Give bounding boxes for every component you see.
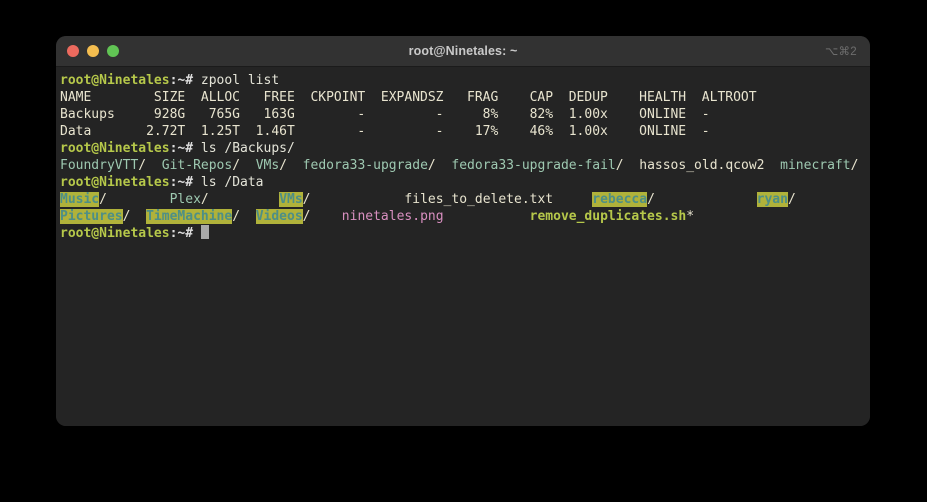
command-ls-backups: ls /Backups/ <box>201 141 295 156</box>
command-spacer <box>193 175 201 190</box>
command-spacer <box>193 226 201 241</box>
list-gap <box>240 158 256 173</box>
zoom-button-icon[interactable] <box>107 45 119 57</box>
title-bar[interactable]: root@Ninetales: ~ ⌥⌘2 <box>56 36 870 67</box>
list-gap <box>310 209 341 224</box>
command-zpool-list: zpool list <box>201 73 279 88</box>
prompt-path: :~# <box>170 73 193 88</box>
list-item-suffix: / <box>616 158 624 173</box>
list-item-suffix: / <box>232 209 240 224</box>
prompt-user-host: root@Ninetales <box>60 175 170 190</box>
list-item: VMs <box>279 192 302 207</box>
command-text <box>193 73 201 88</box>
list-gap <box>240 209 256 224</box>
list-item-suffix: / <box>428 158 436 173</box>
list-gap <box>655 192 757 207</box>
list-item: Git-Repos <box>162 158 232 173</box>
list-item-suffix: / <box>851 158 859 173</box>
terminal-output-area[interactable]: root@Ninetales:~# zpool list NAME SIZE A… <box>56 67 870 426</box>
list-item: TimeMachine <box>146 209 232 224</box>
list-item-suffix: / <box>279 158 287 173</box>
zpool-table-header: NAME SIZE ALLOC FREE CKPOINT EXPANDSZ FR… <box>60 89 870 106</box>
prompt-user-host: root@Ninetales <box>60 141 170 156</box>
list-gap <box>436 158 452 173</box>
list-gap <box>130 209 146 224</box>
terminal-window[interactable]: root@Ninetales: ~ ⌥⌘2 root@Ninetales:~# … <box>56 36 870 426</box>
prompt-path: :~# <box>170 175 193 190</box>
list-item-suffix: / <box>647 192 655 207</box>
data-directory-listing-row: Pictures/ TimeMachine/ Videos/ ninetales… <box>60 208 870 225</box>
command-spacer <box>193 141 201 156</box>
list-item: hassos_old.qcow2 <box>639 158 764 173</box>
list-gap <box>209 192 279 207</box>
list-item: remove_duplicates.sh <box>530 209 687 224</box>
list-item: Music <box>60 192 99 207</box>
list-item: VMs <box>256 158 279 173</box>
list-item-suffix: / <box>138 158 146 173</box>
list-item: Plex <box>170 192 201 207</box>
list-gap <box>553 192 592 207</box>
table-row: Data 2.72T 1.25T 1.46T - - 17% 46% 1.00x… <box>60 123 870 140</box>
list-item-suffix: * <box>686 209 694 224</box>
list-gap <box>311 192 405 207</box>
list-item: minecraft <box>780 158 850 173</box>
list-item: rebecca <box>592 192 647 207</box>
list-item-suffix: / <box>232 158 240 173</box>
list-item: ryan <box>757 192 788 207</box>
window-controls[interactable] <box>56 45 119 57</box>
list-item: fedora33-upgrade-fail <box>451 158 615 173</box>
command-line-active[interactable]: root@Ninetales:~# <box>60 225 870 242</box>
minimize-button-icon[interactable] <box>87 45 99 57</box>
text-cursor <box>201 225 209 239</box>
list-item: FoundryVTT <box>60 158 138 173</box>
list-item-suffix: / <box>303 192 311 207</box>
prompt-user-host: root@Ninetales <box>60 73 170 88</box>
list-item: files_to_delete.txt <box>404 192 553 207</box>
command-ls-data: ls /Data <box>201 175 264 190</box>
list-item: Videos <box>256 209 303 224</box>
list-gap <box>764 158 780 173</box>
command-line-ls-data: root@Ninetales:~# ls /Data <box>60 174 870 191</box>
window-shortcut-label: ⌥⌘2 <box>825 44 857 58</box>
list-gap <box>624 158 640 173</box>
command-line-zpool-list: root@Ninetales:~# zpool list <box>60 72 870 89</box>
command-line-ls-backups: root@Ninetales:~# ls /Backups/ <box>60 140 870 157</box>
prompt-path: :~# <box>170 226 193 241</box>
list-item: ninetales.png <box>342 209 444 224</box>
list-gap <box>146 158 162 173</box>
table-row: Backups 928G 765G 163G - - 8% 82% 1.00x … <box>60 106 870 123</box>
prompt-path: :~# <box>170 141 193 156</box>
list-item-suffix: / <box>201 192 209 207</box>
backups-directory-listing: FoundryVTT/ Git-Repos/ VMs/ fedora33-upg… <box>60 157 870 174</box>
window-title: root@Ninetales: ~ <box>56 36 870 66</box>
list-gap <box>287 158 303 173</box>
list-gap <box>107 192 170 207</box>
list-item: fedora33-upgrade <box>303 158 428 173</box>
close-button-icon[interactable] <box>67 45 79 57</box>
data-directory-listing-row: Music/ Plex/ VMs/ files_to_delete.txt re… <box>60 191 870 208</box>
prompt-user-host: root@Ninetales <box>60 226 170 241</box>
list-item-suffix: / <box>788 192 796 207</box>
list-item: Pictures <box>60 209 123 224</box>
list-gap <box>444 209 530 224</box>
list-item-suffix: / <box>99 192 107 207</box>
